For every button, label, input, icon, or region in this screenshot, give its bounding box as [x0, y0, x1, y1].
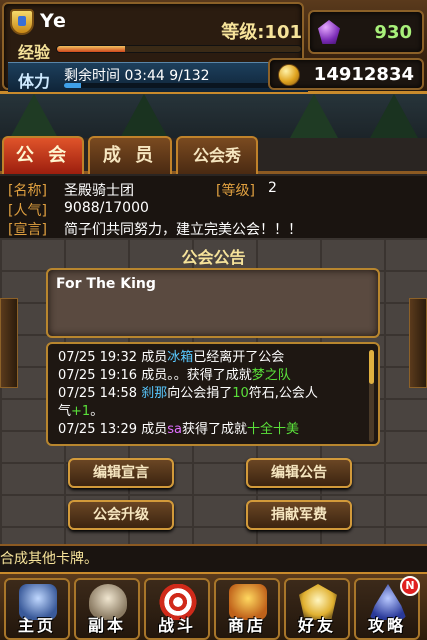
nav-shop[interactable]: 商店 [214, 578, 280, 640]
wall-ornament-right [409, 298, 427, 388]
log-entry: 07/25 19:32 成员冰箱已经离开了公会 [58, 349, 366, 367]
log-entry-post: 已经离开了公会 [193, 350, 285, 365]
gold-value: 14912834 [313, 64, 414, 85]
log-entry-highlight: 梦之队 [251, 368, 291, 383]
gold-balance[interactable]: 14912834 [268, 58, 424, 90]
log-entry-highlight-2: 10 [232, 386, 249, 401]
edit-notice-button[interactable]: 编辑公告 [246, 458, 352, 488]
log-entry-pre: 成员 [141, 422, 168, 437]
guild-main-panel: 公会公告 For The King 07/25 19:32 成员冰箱已经离开了公… [0, 238, 427, 544]
guild-tabs: 公 会 成 员 公会秀 [0, 132, 427, 174]
nav-label: 战斗 [157, 616, 196, 635]
nav-label: 攻略 [367, 616, 406, 635]
nav-friends[interactable]: 好友 [284, 578, 350, 640]
log-entry-pre: 成员。。获得了成就 [141, 368, 252, 383]
gem-icon [318, 20, 340, 44]
log-entry: 07/25 19:16 成员。。获得了成就梦之队 [58, 367, 366, 385]
nav-guide[interactable]: 攻略 N [354, 576, 420, 640]
nav-dungeon[interactable]: 副本 [74, 578, 140, 640]
log-entry-post: 向公会捐了 [167, 386, 233, 401]
exp-bar-fill [57, 46, 126, 52]
nav-label: 主页 [17, 616, 56, 635]
tab-guild-show[interactable]: 公会秀 [176, 136, 258, 174]
log-entry: 气+1。 [58, 403, 366, 421]
guild-level-label: [等级] [216, 183, 255, 199]
notice-board: For The King [46, 268, 380, 338]
log-entry-time: 07/25 14:58 [58, 386, 142, 401]
log-scrollbar[interactable] [369, 350, 374, 442]
log-entry-highlight: 冰箱 [167, 350, 194, 365]
nav-label: 商店 [227, 616, 266, 635]
log-entry-highlight: +1 [71, 404, 91, 419]
stamina-label: 体力 [18, 72, 51, 91]
guild-name: 圣殿骑士团 [64, 183, 134, 199]
log-entry-time: 07/25 19:32 [58, 350, 142, 365]
tab-guild[interactable]: 公 会 [2, 136, 84, 174]
guild-popularity-label: [人气] [8, 203, 47, 219]
top-status-bar: Ye 等级:101 经验 体力 剩余时间 03:44 9/132 930 149… [0, 0, 427, 94]
gold-coin-icon [278, 64, 300, 86]
log-entry-highlight-2: 十全十美 [246, 422, 299, 437]
bottom-nav: 主页 副本 战斗 商店 好友 攻略 N [0, 572, 427, 640]
nav-label: 副本 [87, 616, 126, 635]
guild-log-list: 07/25 19:32 成员冰箱已经离开了公会 07/25 19:16 成员。。获… [58, 349, 366, 439]
log-entry-post-2: 符石,公会人 [248, 386, 318, 401]
stamina-bar [64, 83, 300, 88]
wall-ornament-left [0, 298, 18, 388]
guild-log[interactable]: 07/25 19:32 成员冰箱已经离开了公会 07/25 19:16 成员。。获… [46, 342, 380, 446]
stamina-bar-fill [64, 83, 81, 88]
guild-info: [名称] 圣殿骑士团 [等级] 2 [人气] 9088/17000 [宣言] 简… [0, 176, 427, 238]
guild-popularity: 9088/17000 [64, 200, 149, 216]
log-entry-time: 07/25 13:29 [58, 422, 142, 437]
log-entry-highlight: 刹那 [141, 386, 168, 401]
upgrade-guild-button[interactable]: 公会升级 [68, 500, 174, 530]
stamina-timer: 剩余时间 03:44 9/132 [64, 68, 210, 84]
guild-level: 2 [268, 180, 277, 196]
log-entry-pre: 成员 [141, 350, 168, 365]
player-panel: Ye 等级:101 经验 体力 剩余时间 03:44 9/132 [2, 2, 308, 92]
nav-label: 好友 [297, 616, 336, 635]
nav-battle[interactable]: 战斗 [144, 578, 210, 640]
stamina-row: 体力 剩余时间 03:44 9/132 [8, 62, 308, 92]
donate-funds-button[interactable]: 捐献军费 [246, 500, 352, 530]
player-badge-icon [10, 9, 34, 35]
log-entry: 07/25 14:58 刹那向公会捐了10符石,公会人 [58, 385, 366, 403]
log-entry-post: 。 [90, 404, 104, 419]
notice-title: 公会公告 [181, 248, 246, 267]
player-name: Ye [40, 10, 67, 32]
edit-declaration-button[interactable]: 编辑宣言 [68, 458, 174, 488]
log-scrollbar-thumb[interactable] [369, 350, 374, 384]
player-level: 等级:101 [221, 22, 302, 43]
guild-name-label: [名称] [8, 183, 47, 199]
gem-value: 930 [374, 22, 412, 43]
guild-declaration: 简子们共同努力，建立完美公会！！！ [64, 222, 302, 238]
log-entry-post: 获得了成就 [181, 422, 247, 437]
log-entry-pre: 气 [58, 404, 72, 419]
notice-text: For The King [56, 276, 156, 292]
news-ticker: 合成其他卡牌。 [0, 544, 427, 572]
new-badge: N [400, 576, 420, 596]
exp-label: 经验 [18, 43, 51, 62]
log-entry-time: 07/25 19:16 [58, 368, 142, 383]
log-entry: 07/25 13:29 成员sa获得了成就十全十美 [58, 421, 366, 439]
nav-home[interactable]: 主页 [4, 578, 70, 640]
exp-bar [56, 45, 302, 53]
log-entry-highlight: sa [167, 422, 182, 437]
guild-declaration-label: [宣言] [8, 222, 47, 238]
gem-balance[interactable]: 930 [308, 10, 424, 54]
tab-members[interactable]: 成 员 [88, 136, 172, 174]
